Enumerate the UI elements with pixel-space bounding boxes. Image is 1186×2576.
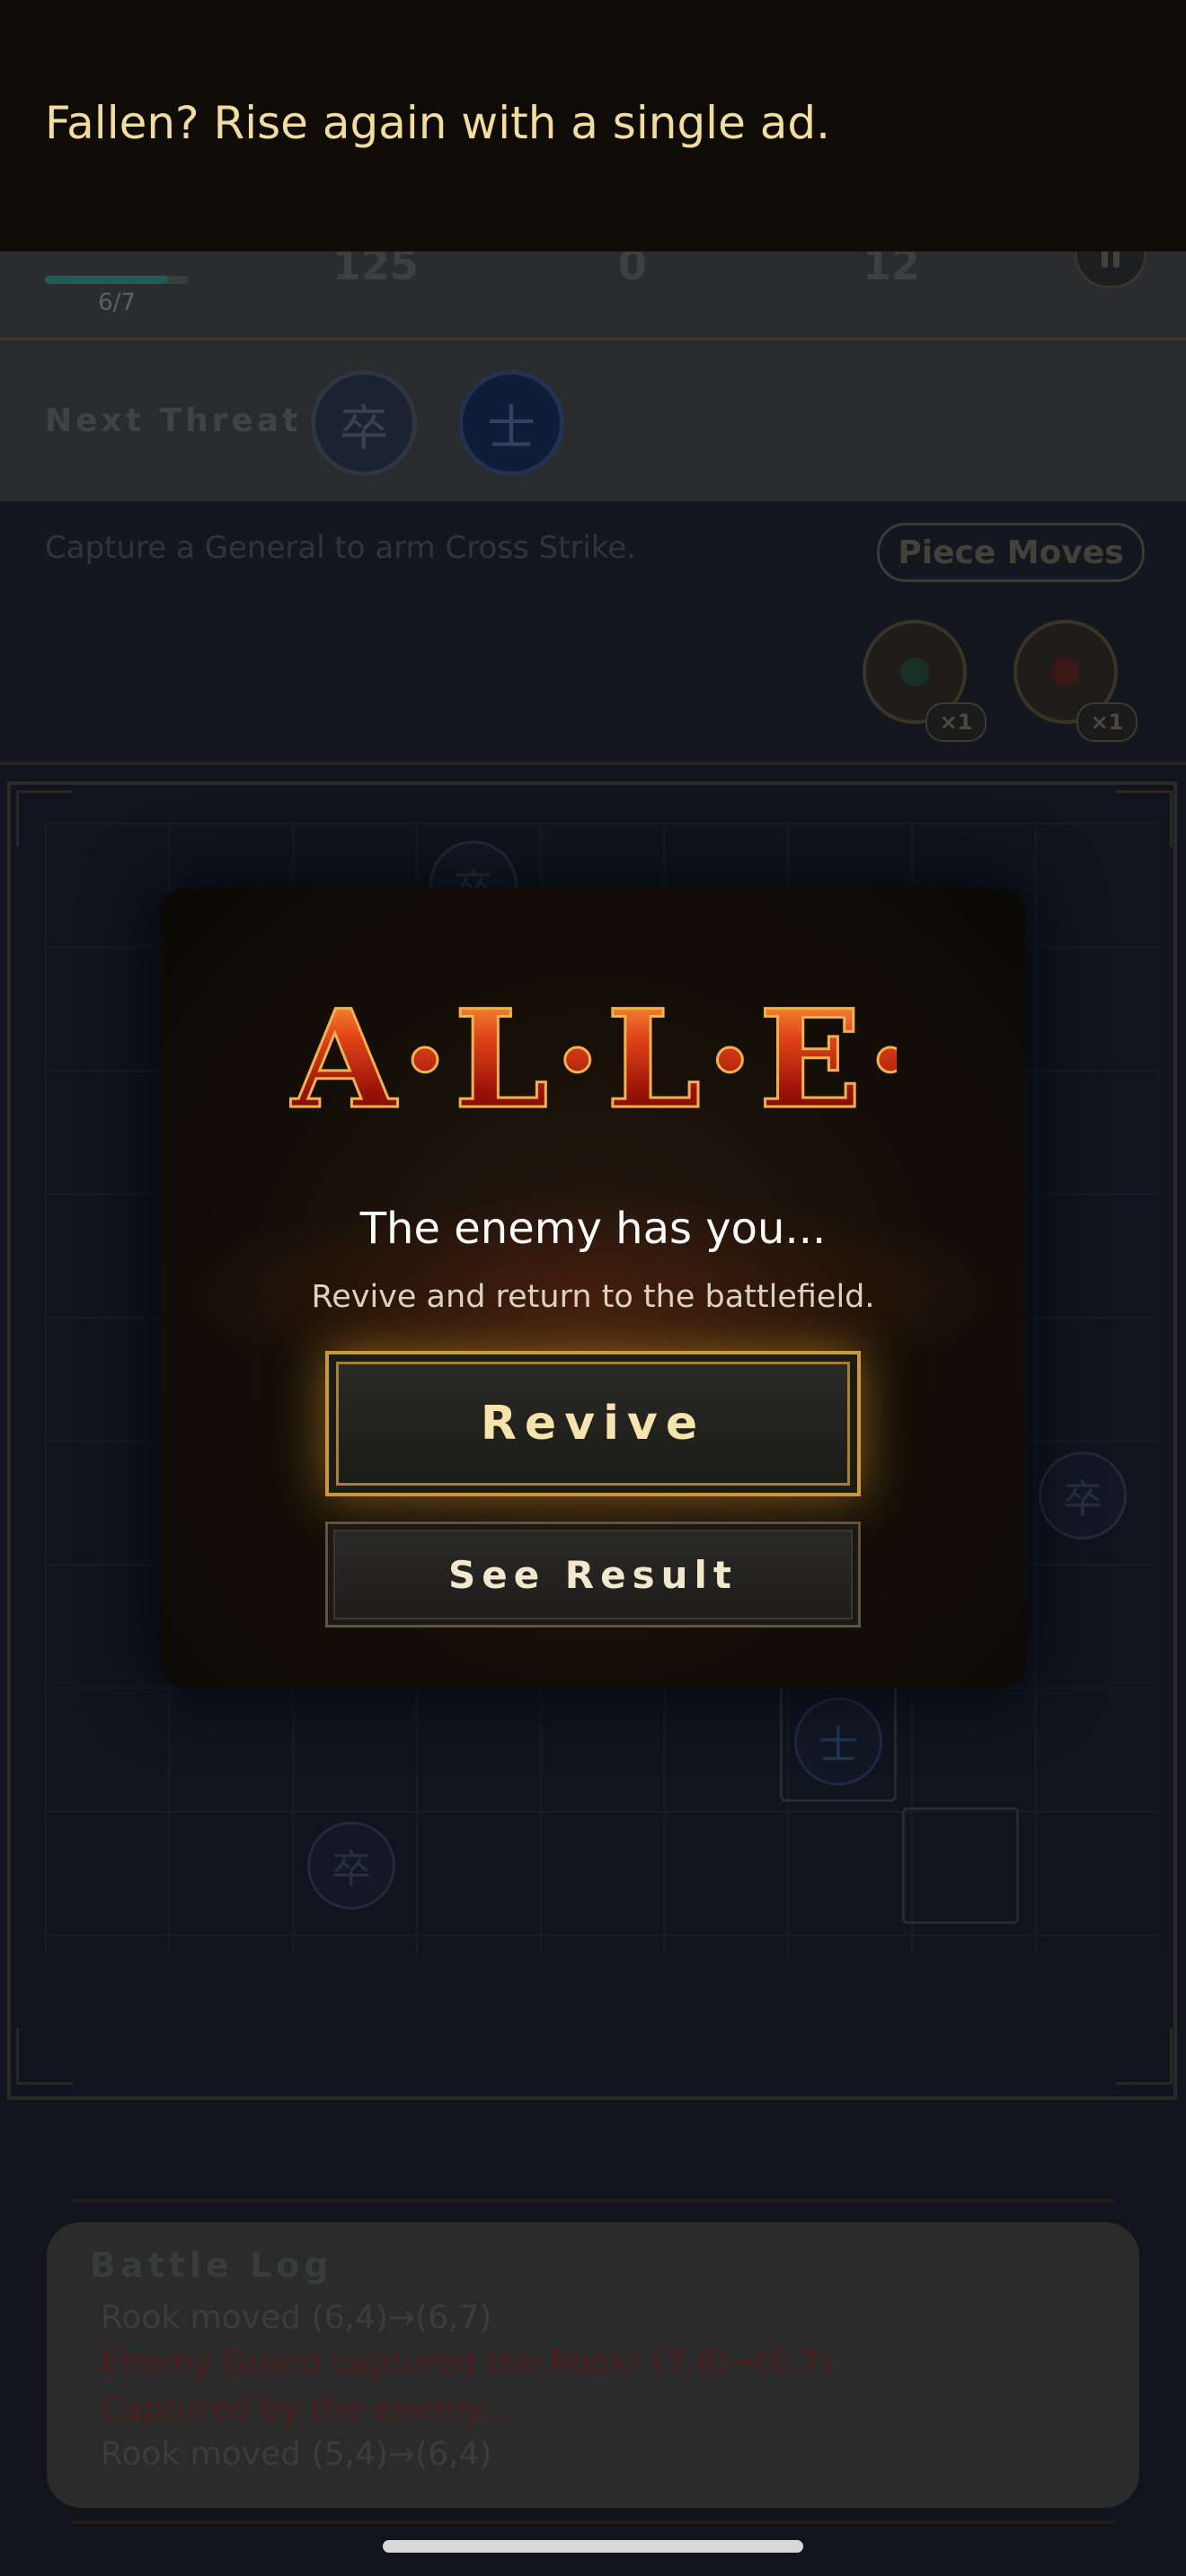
battle-log-entry: Captured by the enemy...: [101, 2391, 511, 2428]
modal-subtitle: Revive and return to the battlefield.: [311, 1279, 875, 1315]
battle-log-entry: Rook moved (5,4)→(6,4): [101, 2436, 492, 2473]
revive-button-label: Revive: [480, 1397, 706, 1451]
battle-log-entry: Rook moved (6,4)→(6,7): [101, 2299, 492, 2336]
home-indicator[interactable]: [383, 2540, 803, 2553]
ornamental-divider: [72, 2199, 1114, 2202]
board-corner-ornament: [1116, 790, 1173, 847]
revive-button[interactable]: Revive: [325, 1351, 861, 1496]
see-result-button[interactable]: See Result: [325, 1522, 861, 1628]
board-corner-ornament: [16, 2028, 73, 2085]
board-piece-enemy-soldier[interactable]: 卒: [307, 1822, 395, 1910]
see-result-button-label: See Result: [447, 1552, 739, 1597]
ad-banner[interactable]: Fallen? Rise again with a single ad.: [0, 0, 1186, 251]
hp-label: 6/7: [98, 289, 136, 316]
threat-label: Next Threat: [45, 402, 302, 439]
board-corner-ornament: [1116, 2028, 1173, 2085]
modal-title: The enemy has you...: [359, 1204, 827, 1254]
fallen-logo: F·A·L·L·E·N: [289, 988, 897, 1132]
board-piece-enemy-soldier[interactable]: 卒: [1039, 1451, 1127, 1539]
threat-piece-guard: 士: [458, 370, 564, 476]
ornamental-divider: [72, 2520, 1114, 2524]
ad-banner-text: Fallen? Rise again with a single ad.: [45, 97, 830, 149]
hp-bar-fill: [45, 276, 169, 284]
battle-log-entry: Enemy Guard captured the Rook! (7,8)→(6,…: [101, 2344, 833, 2381]
threat-piece-soldier: 卒: [311, 370, 417, 476]
board-piece-enemy-guard[interactable]: 士: [794, 1698, 882, 1786]
piece-moves-button[interactable]: Piece Moves: [877, 523, 1145, 582]
board-target-square[interactable]: [902, 1807, 1019, 1924]
hint-text: Capture a General to arm Cross Strike.: [45, 530, 637, 566]
battle-log-title: Battle Log: [90, 2245, 333, 2285]
fallen-logo-text: F·A·L·L·E·N: [289, 988, 897, 1132]
board-corner-ornament: [16, 790, 73, 847]
powerup-count-badge: ×1: [925, 702, 987, 742]
powerup-count-badge: ×1: [1076, 702, 1137, 742]
